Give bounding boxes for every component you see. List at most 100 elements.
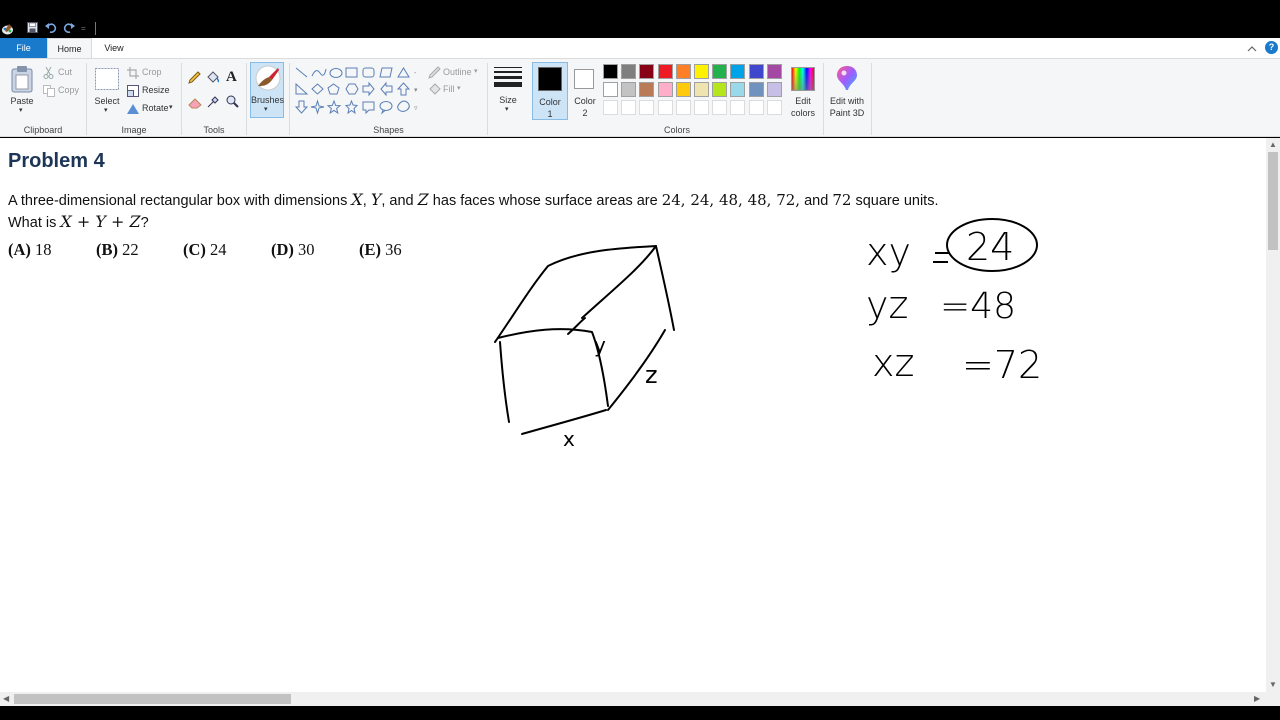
color-swatch[interactable] bbox=[694, 64, 709, 79]
color-swatch[interactable] bbox=[657, 64, 673, 79]
crop-button[interactable]: Crop bbox=[142, 67, 162, 77]
color-swatch[interactable] bbox=[603, 64, 618, 79]
ribbon: Paste ▾ Cut Copy Clipboard Select ▾ Crop… bbox=[0, 58, 1280, 137]
customize-icon[interactable]: = bbox=[81, 24, 86, 38]
text-tool-icon[interactable]: A bbox=[226, 69, 237, 86]
custom-color-slot[interactable] bbox=[766, 100, 782, 115]
color-swatch[interactable] bbox=[675, 64, 691, 79]
custom-color-slot[interactable] bbox=[730, 100, 746, 115]
custom-color-slot[interactable] bbox=[621, 100, 637, 115]
vertical-scrollbar[interactable]: ▲ ▼ bbox=[1266, 138, 1280, 692]
paint-app-icon[interactable] bbox=[1, 22, 14, 36]
size-dropdown-icon: ▾ bbox=[505, 106, 509, 113]
color-swatch[interactable] bbox=[712, 64, 728, 79]
handwritten-annotations: y z x xy 24 yz =48 xz =72 bbox=[494, 218, 1042, 451]
group-separator bbox=[871, 63, 872, 135]
redo-icon[interactable] bbox=[63, 22, 75, 36]
eraser-icon[interactable] bbox=[188, 96, 202, 114]
outline-button[interactable]: Outline bbox=[443, 67, 472, 77]
color2-button[interactable]: Color 2 bbox=[568, 62, 602, 120]
scroll-left-icon[interactable]: ◀ bbox=[3, 694, 9, 703]
custom-color-slot[interactable] bbox=[712, 100, 728, 115]
fill-dropdown-icon[interactable]: ▾ bbox=[457, 84, 461, 92]
color-swatch[interactable] bbox=[766, 64, 782, 79]
pencil-icon[interactable] bbox=[188, 71, 201, 89]
custom-color-slot[interactable] bbox=[675, 100, 691, 115]
vertical-scroll-thumb[interactable] bbox=[1268, 152, 1278, 250]
rotate-button[interactable]: Rotate bbox=[142, 103, 169, 113]
color-swatch[interactable] bbox=[621, 64, 637, 79]
image-group-label: Image bbox=[121, 125, 147, 135]
color-swatch[interactable] bbox=[694, 82, 709, 97]
copy-icon bbox=[43, 84, 55, 102]
rotate-icon bbox=[127, 102, 140, 120]
group-separator bbox=[246, 63, 247, 135]
collapse-ribbon-icon[interactable] bbox=[1246, 42, 1258, 54]
color-swatch[interactable] bbox=[748, 82, 764, 97]
paste-dropdown-icon[interactable]: ▾ bbox=[19, 106, 23, 114]
tab-home[interactable]: Home bbox=[47, 38, 92, 59]
color-swatch[interactable] bbox=[675, 82, 691, 97]
shapes-gallery[interactable]: - ▾ ▿ bbox=[294, 65, 424, 117]
tab-file[interactable]: File bbox=[0, 38, 47, 58]
color-swatch[interactable] bbox=[603, 82, 618, 97]
outline-dropdown-icon[interactable]: ▾ bbox=[474, 67, 478, 75]
color-swatch[interactable] bbox=[748, 64, 764, 79]
size-button[interactable]: Size ▾ bbox=[492, 62, 524, 120]
color-swatch[interactable] bbox=[621, 82, 637, 97]
copy-button[interactable]: Copy bbox=[58, 85, 79, 95]
custom-color-slot[interactable] bbox=[639, 100, 655, 115]
color2-number: 2 bbox=[582, 108, 588, 118]
toolbar-divider bbox=[95, 22, 96, 35]
save-icon[interactable] bbox=[27, 22, 38, 36]
paste-icon[interactable] bbox=[11, 65, 33, 98]
eq2-right: =48 bbox=[940, 286, 1016, 327]
color-swatch[interactable] bbox=[766, 82, 782, 97]
svg-text:-: - bbox=[414, 70, 417, 77]
custom-color-slot[interactable] bbox=[694, 100, 709, 115]
fill-icon bbox=[428, 83, 442, 101]
cut-button[interactable]: Cut bbox=[58, 67, 72, 77]
title-bar: = bbox=[0, 0, 1280, 38]
fill-bucket-icon[interactable] bbox=[206, 71, 220, 89]
color-swatch[interactable] bbox=[730, 64, 746, 79]
rotate-dropdown-icon[interactable]: ▾ bbox=[169, 103, 173, 111]
tab-view[interactable]: View bbox=[94, 38, 134, 58]
select-dropdown-icon[interactable]: ▾ bbox=[104, 106, 108, 114]
colors-group-label: Colors bbox=[663, 125, 690, 135]
color-swatch[interactable] bbox=[639, 82, 655, 97]
brush-icon bbox=[254, 65, 281, 97]
eq1-left: xy bbox=[866, 230, 911, 274]
color-swatch[interactable] bbox=[639, 64, 655, 79]
custom-color-slot[interactable] bbox=[657, 100, 673, 115]
drawing-canvas[interactable]: Problem 4 A three-dimensional rectangula… bbox=[0, 138, 1266, 692]
custom-color-slot[interactable] bbox=[603, 100, 618, 115]
magnifier-icon[interactable] bbox=[226, 95, 239, 113]
scroll-right-icon[interactable]: ▶ bbox=[1254, 694, 1260, 703]
color-picker-icon[interactable] bbox=[207, 95, 220, 113]
bottom-bar bbox=[0, 706, 1280, 720]
horizontal-scroll-thumb[interactable] bbox=[14, 694, 291, 704]
scroll-down-icon[interactable]: ▼ bbox=[1269, 680, 1277, 689]
crop-icon bbox=[127, 66, 139, 84]
cut-icon bbox=[43, 66, 54, 84]
edit-colors-button[interactable]: Edit colors bbox=[785, 62, 821, 120]
resize-button[interactable]: Resize bbox=[142, 85, 170, 95]
resize-icon bbox=[127, 84, 139, 102]
brushes-button[interactable]: Brushes ▾ bbox=[250, 62, 284, 118]
color-swatch[interactable] bbox=[730, 82, 746, 97]
horizontal-scrollbar[interactable]: ◀ ▶ bbox=[0, 692, 1266, 706]
fill-button[interactable]: Fill bbox=[443, 84, 455, 94]
paint3d-line2: Paint 3D bbox=[829, 108, 865, 118]
select-icon[interactable] bbox=[95, 68, 119, 95]
scroll-up-icon[interactable]: ▲ bbox=[1269, 140, 1277, 149]
line-size-icon bbox=[494, 67, 522, 87]
color1-button[interactable]: Color 1 bbox=[532, 62, 568, 120]
edit-colors-line1: Edit bbox=[795, 96, 811, 106]
undo-icon[interactable] bbox=[45, 22, 57, 36]
color-swatch[interactable] bbox=[657, 82, 673, 97]
edit-with-paint3d-button[interactable]: Edit with Paint 3D bbox=[826, 62, 868, 120]
help-icon[interactable]: ? bbox=[1265, 41, 1278, 54]
color-swatch[interactable] bbox=[712, 82, 728, 97]
custom-color-slot[interactable] bbox=[748, 100, 764, 115]
